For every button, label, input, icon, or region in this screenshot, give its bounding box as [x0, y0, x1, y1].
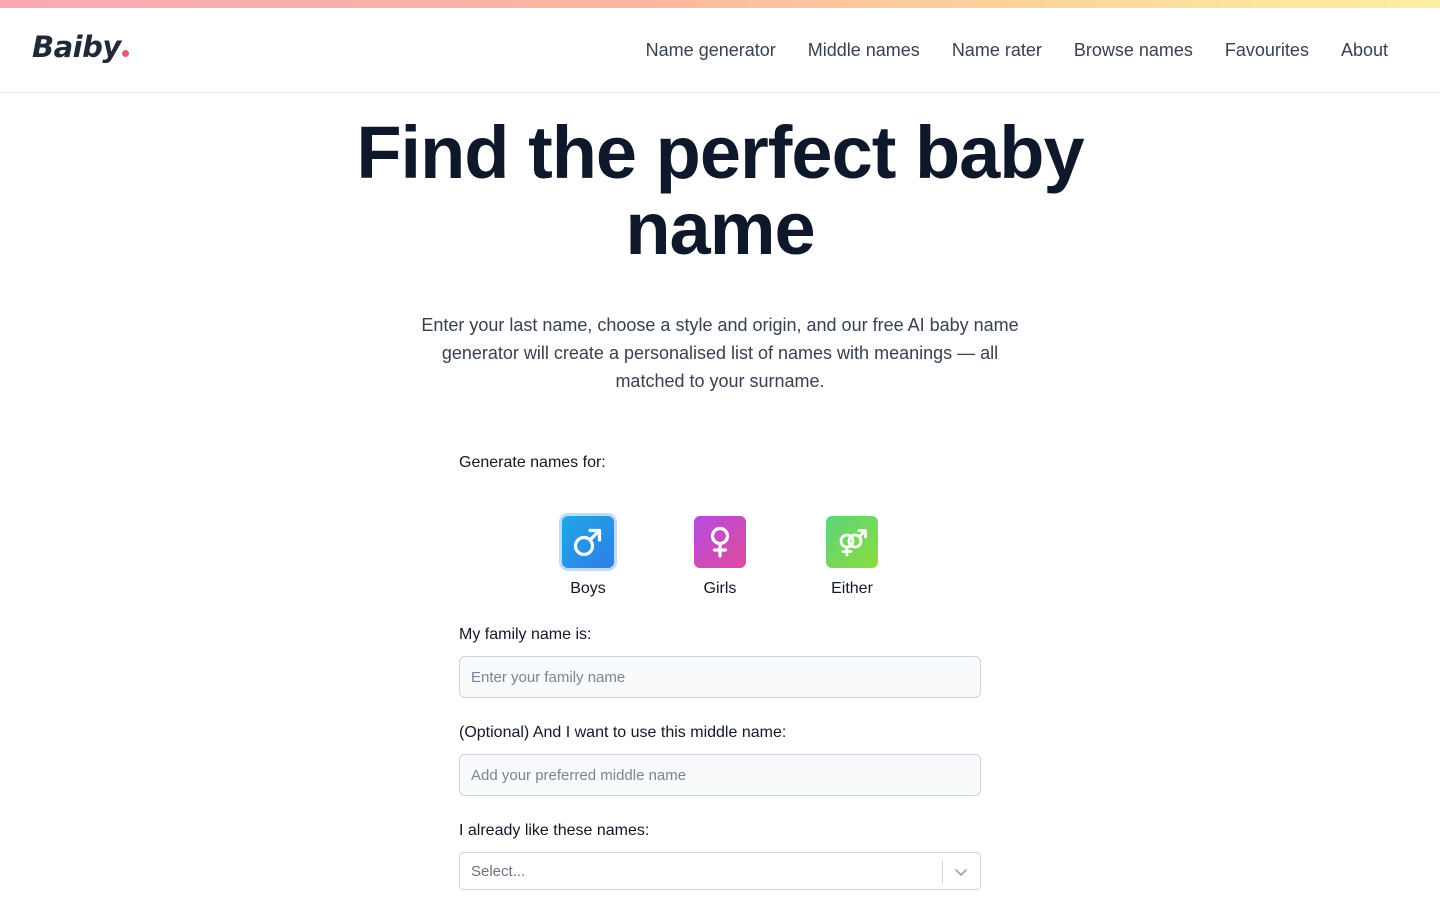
page-title-line2: name: [625, 187, 815, 270]
nav-name-rater[interactable]: Name rater: [952, 40, 1042, 61]
liked-names-label: I already like these names:: [459, 822, 650, 839]
site-header: Baiby Name generator Middle names Name r…: [0, 8, 1440, 93]
gender-label-girls: Girls: [703, 580, 737, 597]
chevron-down-icon[interactable]: [953, 864, 969, 880]
logo-text: Baiby: [32, 30, 121, 64]
liked-names-placeholder: Select...: [471, 863, 526, 880]
nav-about[interactable]: About: [1341, 40, 1388, 61]
nav-favourites[interactable]: Favourites: [1225, 40, 1309, 61]
main-nav: Name generator Middle names Name rater B…: [646, 8, 1388, 92]
logo[interactable]: Baiby: [32, 30, 129, 64]
generate-for-label: Generate names for:: [459, 454, 606, 471]
select-divider: [942, 861, 943, 883]
family-name-label: My family name is:: [459, 626, 592, 643]
female-symbol-icon: [694, 516, 746, 568]
hero-subtitle: Enter your last name, choose a style and…: [421, 315, 1019, 391]
gender-option-girls[interactable]: Girls: [680, 514, 760, 598]
nav-browse-names[interactable]: Browse names: [1074, 40, 1193, 61]
page-title: Find the perfect baby name: [0, 115, 1440, 267]
nav-middle-names[interactable]: Middle names: [808, 40, 920, 61]
top-gradient-bar: [0, 0, 1440, 8]
logo-dot: [121, 50, 129, 57]
middle-name-input[interactable]: [459, 754, 981, 796]
male-female-symbol-icon: [826, 516, 878, 568]
liked-names-select[interactable]: Select...: [459, 852, 981, 890]
male-symbol-icon: [562, 516, 614, 568]
family-name-input[interactable]: [459, 656, 981, 698]
gender-label-boys: Boys: [570, 580, 606, 597]
page-title-line1: Find the perfect baby: [356, 111, 1084, 194]
nav-name-generator[interactable]: Name generator: [646, 40, 776, 61]
middle-name-label: (Optional) And I want to use this middle…: [459, 724, 787, 741]
gender-option-boys[interactable]: Boys: [548, 514, 628, 598]
gender-option-either[interactable]: Either: [812, 514, 892, 598]
gender-label-either: Either: [831, 580, 873, 597]
gender-selector: Boys Girls Either: [459, 514, 981, 604]
